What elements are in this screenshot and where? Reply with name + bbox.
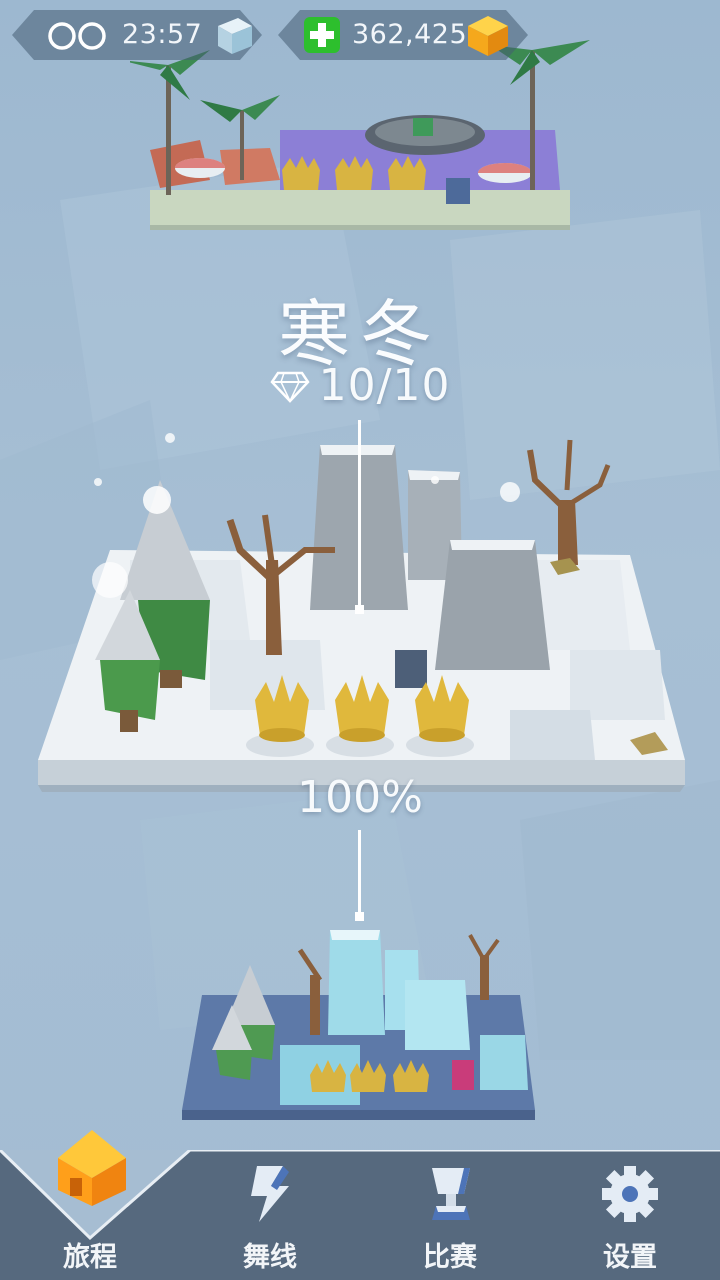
ice-cube-icon xyxy=(212,16,254,56)
nav-label-contest: 比赛 xyxy=(423,1242,477,1273)
house-icon xyxy=(58,1130,126,1206)
level-gem-counter: 10/10 xyxy=(0,360,720,411)
add-gems-button[interactable] xyxy=(304,17,340,53)
winter-level-diorama[interactable] xyxy=(30,410,700,810)
diamond-icon xyxy=(269,371,310,403)
infinity-icon xyxy=(46,22,110,50)
crown-pedestals xyxy=(246,675,474,757)
nav-item-line[interactable]: 舞线 xyxy=(200,1150,340,1280)
nav-item-settings[interactable]: 设置 xyxy=(560,1150,700,1280)
line-icon xyxy=(251,1166,289,1222)
gem-count: 362,425 xyxy=(352,19,468,50)
previous-level-beach[interactable] xyxy=(130,40,590,260)
gems-pill: 362,425 xyxy=(278,10,528,60)
level-progress-percent: 100% xyxy=(297,772,423,823)
next-level-ice[interactable] xyxy=(180,920,550,1130)
progress-line-node xyxy=(355,605,364,614)
gem-cube-icon xyxy=(466,14,510,58)
lives-time-pill: 23:57 xyxy=(12,10,262,60)
gem-progress-text: 10/10 xyxy=(318,360,451,411)
nav-item-contest[interactable]: 比赛 xyxy=(380,1150,520,1280)
nav-label-settings: 设置 xyxy=(603,1242,657,1273)
gear-icon xyxy=(602,1166,658,1222)
progress-line-bottom xyxy=(358,830,361,915)
nav-label-journey: 旅程 xyxy=(63,1242,117,1273)
nav-item-journey[interactable]: 旅程 xyxy=(20,1130,160,1280)
plus-icon xyxy=(304,17,340,53)
progress-line-top xyxy=(358,420,361,610)
time-text: 23:57 xyxy=(122,19,203,50)
trophy-icon xyxy=(432,1168,470,1220)
nav-label-line: 舞线 xyxy=(243,1242,297,1273)
